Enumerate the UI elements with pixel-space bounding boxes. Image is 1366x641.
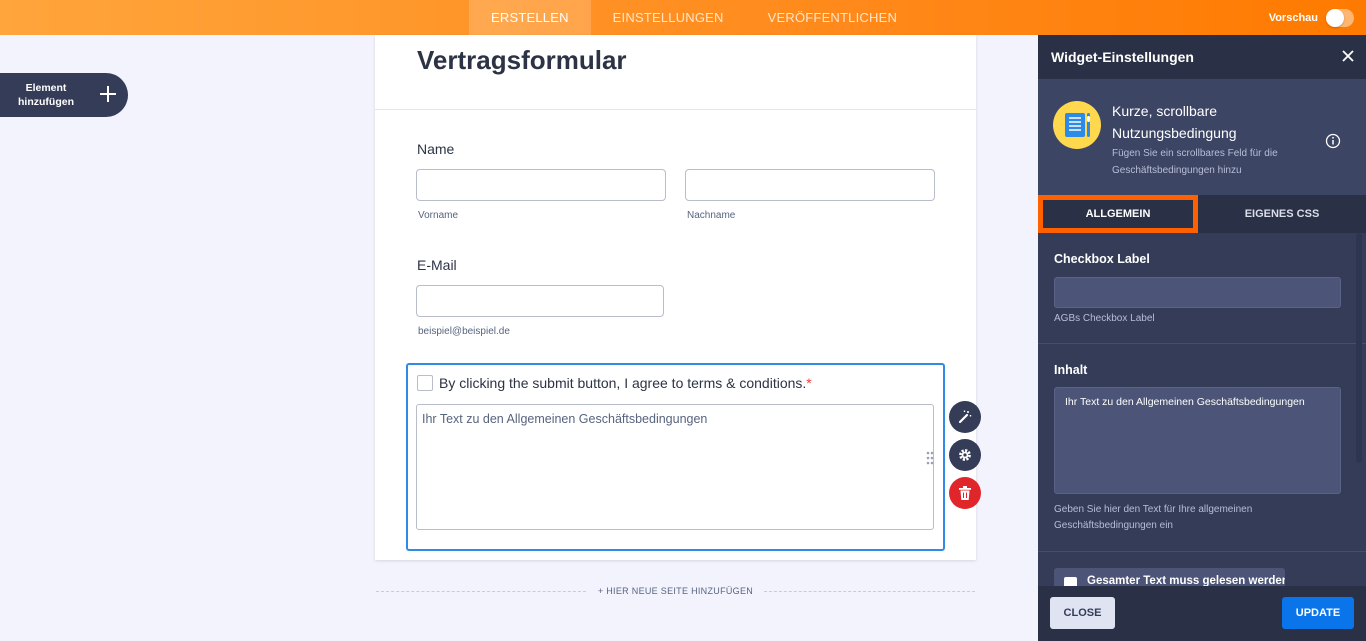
content-help: Geben Sie hier den Text für Ihre allgeme… [1054,504,1253,531]
tab-erstellen[interactable]: ERSTELLEN [469,0,591,35]
widget-icon [1053,101,1101,149]
info-icon[interactable] [1325,133,1341,149]
content-value: Ihr Text zu den Allgemeinen Geschäftsbed… [1065,396,1305,408]
gear-icon [959,449,971,461]
drag-handle-icon[interactable] [926,451,934,465]
required-mark: * [806,375,812,391]
tab-veroeffentlichen[interactable]: VERÖFFENTLICHEN [746,0,919,35]
header-divider [375,109,976,110]
trash-icon [959,486,971,500]
content-textarea[interactable]: Ihr Text zu den Allgemeinen Geschäftsbed… [1054,387,1341,494]
must-read-toggle[interactable]: Gesamter Text muss gelesen werden [1054,568,1285,588]
panel-header: Widget-Einstellungen [1038,35,1366,79]
content-title: Inhalt [1054,363,1088,377]
terms-scroll-text: Ihr Text zu den Allgemeinen Geschäftsbed… [422,412,708,426]
checkbox-label-help: AGBs Checkbox Label [1054,313,1155,324]
magic-wand-button[interactable] [949,401,981,433]
tab-eigenes-css[interactable]: EIGENES CSS [1198,195,1366,233]
checkbox-label-input[interactable] [1054,277,1341,308]
preview-toggle[interactable] [1326,8,1354,27]
email-input[interactable] [416,285,664,317]
last-name-sublabel: Nachname [687,210,736,221]
tab-einstellungen[interactable]: EINSTELLUNGEN [591,0,746,35]
magic-wand-icon [958,410,972,424]
scroll-list-icon [1065,113,1090,137]
terms-checkbox-text: By clicking the submit button, I agree t… [439,375,807,391]
first-name-input[interactable] [416,169,666,201]
terms-checkbox-label: By clicking the submit button, I agree t… [439,375,812,391]
plus-icon [100,86,116,102]
preview-control: Vorschau [1269,0,1354,35]
field-settings-button[interactable] [949,439,981,471]
add-page-label[interactable]: + HIER NEUE SEITE HINZUFÜGEN [589,586,762,596]
panel-tabs: ALLGEMEIN EIGENES CSS [1038,195,1366,233]
section-divider-2 [1038,551,1366,552]
email-label: E-Mail [417,257,457,273]
panel-scrollbar[interactable] [1356,233,1362,463]
terms-field-selected[interactable]: By clicking the submit button, I agree t… [406,363,945,551]
form-title[interactable]: Vertragsformular [417,45,627,76]
builder-tabs: ERSTELLEN EINSTELLUNGEN VERÖFFENTLICHEN [469,0,919,35]
panel-title: Widget-Einstellungen [1051,49,1194,65]
add-page-row: + HIER NEUE SEITE HINZUFÜGEN [376,583,975,601]
terms-checkbox[interactable] [417,375,433,391]
preview-toggle-knob [1326,8,1344,27]
top-bar: ERSTELLEN EINSTELLUNGEN VERÖFFENTLICHEN … [0,0,1366,35]
delete-field-button[interactable] [949,477,981,509]
widget-name: Kurze, scrollbare Nutzungsbedingung [1112,103,1237,141]
update-button[interactable]: UPDATE [1282,597,1354,629]
terms-scroll-area[interactable]: Ihr Text zu den Allgemeinen Geschäftsbed… [416,404,934,530]
close-icon[interactable] [1340,48,1356,64]
first-name-sublabel: Vorname [418,210,459,221]
widget-description: Fügen Sie ein scrollbares Feld für die G… [1112,148,1278,176]
close-button[interactable]: CLOSE [1050,597,1115,629]
email-sublabel: beispiel@beispiel.de [418,326,510,337]
add-element-button[interactable]: Element hinzufügen [0,73,128,117]
widget-info: Kurze, scrollbare Nutzungsbedingung Füge… [1038,79,1366,195]
section-divider [1038,343,1366,344]
add-element-label: Element hinzufügen [18,82,74,108]
form-card: Vertragsformular Name Vorname Nachname E… [375,35,976,560]
checkbox-label-title: Checkbox Label [1054,252,1150,266]
panel-footer: CLOSE UPDATE [1038,586,1366,641]
widget-settings-panel: Widget-Einstellungen Kurze, scrollbare N… [1038,35,1366,641]
name-label: Name [417,141,455,157]
last-name-input[interactable] [685,169,935,201]
preview-label: Vorschau [1268,11,1318,24]
tab-allgemein[interactable]: ALLGEMEIN [1038,195,1198,233]
add-page-link[interactable]: + HIER NEUE SEITE HINZUFÜGEN [376,586,975,596]
